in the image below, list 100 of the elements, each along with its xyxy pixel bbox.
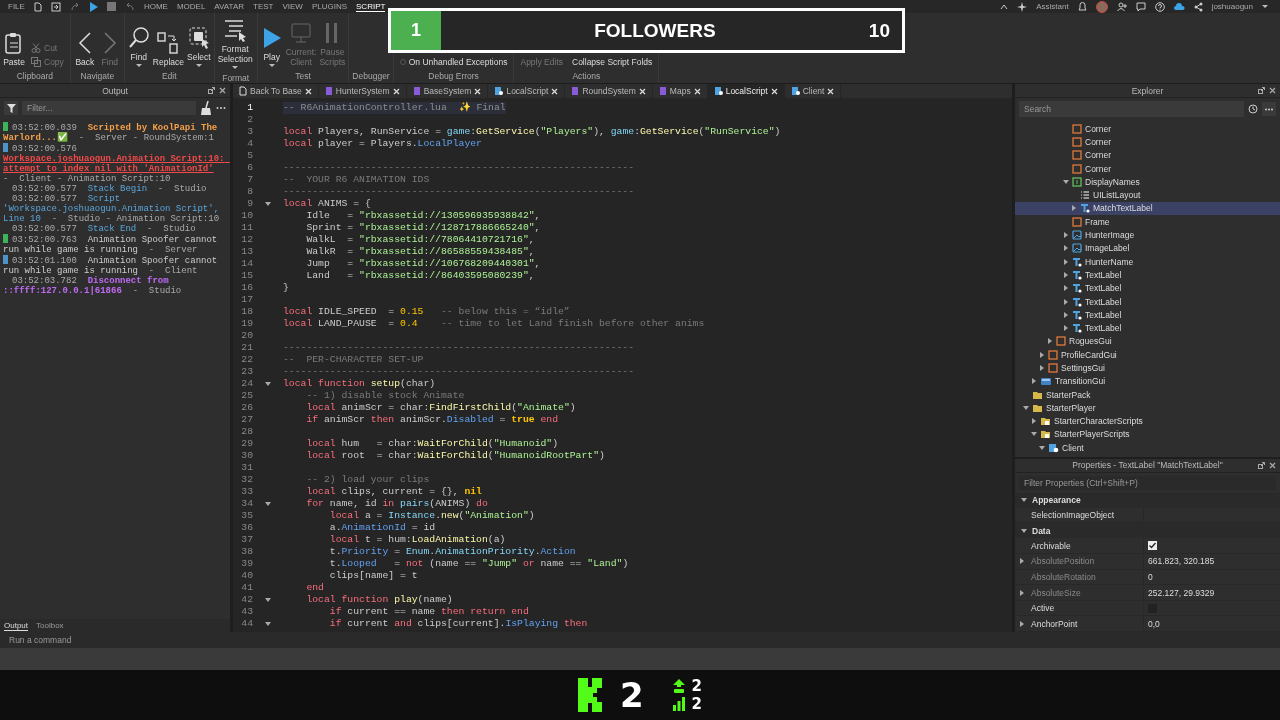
bell-icon[interactable]: [1077, 1, 1087, 12]
panel-tab[interactable]: Output: [4, 620, 28, 631]
share-icon[interactable]: [1193, 1, 1203, 12]
fold-arrow-icon[interactable]: [265, 622, 271, 626]
username[interactable]: joshuaogun: [1211, 2, 1253, 11]
expand-arrow-icon[interactable]: [1040, 351, 1044, 358]
toolbar-button[interactable]: Paste: [3, 26, 25, 67]
section-header[interactable]: Data: [1015, 523, 1280, 539]
caret-icon[interactable]: [1262, 5, 1268, 8]
fold-arrow-icon[interactable]: [265, 502, 271, 506]
cloud-icon[interactable]: [1173, 2, 1185, 11]
undock-icon[interactable]: [1258, 461, 1265, 469]
filter-button[interactable]: [4, 101, 18, 115]
chat-icon[interactable]: [1135, 1, 1146, 12]
toolbar-button[interactable]: Replace: [152, 26, 185, 67]
file-icon[interactable]: [33, 1, 42, 12]
stop-icon[interactable]: [106, 2, 116, 11]
tree-item[interactable]: Corner: [1015, 161, 1280, 176]
tree-item[interactable]: StarterPack: [1015, 387, 1280, 402]
avatar[interactable]: [1095, 0, 1108, 13]
search-field[interactable]: Search: [1019, 101, 1244, 117]
expand-arrow-icon[interactable]: [1032, 418, 1036, 425]
expand-arrow-icon[interactable]: [1040, 365, 1044, 371]
expand-arrow-icon[interactable]: [1064, 298, 1068, 305]
ribbon-tab[interactable]: MODEL: [176, 2, 206, 11]
add-friend-icon[interactable]: [1116, 1, 1127, 12]
fold-arrow-icon[interactable]: [265, 202, 271, 206]
expand-arrow-icon[interactable]: [1064, 245, 1068, 252]
expand-arrow-icon[interactable]: [1031, 432, 1037, 437]
tree-item[interactable]: StarterPlayer: [1015, 401, 1280, 415]
toolbar-button[interactable]: Back: [73, 26, 96, 67]
ribbon-tab[interactable]: AVATAR: [214, 2, 244, 11]
expand-arrow-icon[interactable]: [1064, 271, 1068, 278]
expand-arrow-icon[interactable]: [1039, 445, 1045, 450]
expand-arrow-icon[interactable]: [1064, 285, 1068, 292]
toolbar-button[interactable]: Play: [260, 21, 283, 67]
tree-item[interactable]: RoguesGui: [1015, 334, 1280, 349]
tree-item[interactable]: Corner: [1015, 122, 1280, 136]
fold-arrow-icon[interactable]: [265, 598, 271, 602]
close-icon[interactable]: [219, 87, 226, 94]
play-icon[interactable]: [88, 1, 98, 12]
file-menu[interactable]: FILE: [8, 2, 25, 11]
tree-item[interactable]: HunterImage: [1015, 228, 1280, 242]
tree-item[interactable]: TextLabel: [1015, 294, 1280, 309]
close-icon[interactable]: [1269, 87, 1276, 94]
expand-arrow-icon[interactable]: [1063, 179, 1069, 184]
tree-item[interactable]: TextLabel: [1015, 281, 1280, 295]
checkbox[interactable]: [1148, 541, 1157, 551]
tree-item[interactable]: Corner: [1015, 148, 1280, 162]
help-icon[interactable]: [1154, 1, 1165, 12]
undock-icon[interactable]: [208, 87, 215, 94]
tree-item[interactable]: StarterCharacterScripts: [1015, 414, 1280, 428]
expand-arrow-icon[interactable]: [1072, 205, 1076, 212]
toolbar-button[interactable]: Collapse Script Folds: [569, 57, 656, 67]
expand-arrow-icon[interactable]: [1021, 528, 1027, 533]
ribbon-tab[interactable]: SCRIPT: [356, 1, 386, 12]
expand-arrow-icon[interactable]: [1064, 258, 1068, 265]
expand-arrow-icon[interactable]: [1064, 311, 1068, 318]
expand-arrow-icon[interactable]: [1064, 325, 1068, 332]
tree-item[interactable]: DisplayNames: [1015, 175, 1280, 189]
assistant-button[interactable]: Assistant: [1036, 2, 1069, 11]
expand-arrow-icon[interactable]: [1064, 232, 1068, 238]
ribbon-tab[interactable]: PLUGINS: [311, 2, 348, 11]
panel-tab[interactable]: Toolbox: [36, 620, 64, 631]
export-icon[interactable]: [50, 1, 61, 12]
expand-arrow-icon[interactable]: [1048, 338, 1052, 345]
close-icon[interactable]: [1269, 461, 1276, 469]
tree-item[interactable]: Frame: [1015, 215, 1280, 229]
tree-item[interactable]: MatchTextLabel: [1015, 201, 1280, 216]
tree-item[interactable]: StarterPlayerScripts: [1015, 427, 1280, 442]
editor-tab[interactable]: LocalScript: [707, 84, 785, 98]
section-header[interactable]: Appearance: [1015, 492, 1280, 508]
tree-item[interactable]: UIListLayout: [1015, 188, 1280, 202]
filter-field[interactable]: Filter Properties (Ctrl+Shift+P): [1019, 475, 1276, 490]
fold-arrow-icon[interactable]: [265, 382, 271, 386]
expand-arrow-icon[interactable]: [1021, 498, 1027, 503]
filter-field[interactable]: Filter...: [22, 101, 196, 115]
tree-item[interactable]: TextLabel: [1015, 308, 1280, 322]
undock-icon[interactable]: [1258, 87, 1265, 94]
redo-icon[interactable]: [69, 1, 80, 12]
toolbar-button[interactable]: Find: [127, 21, 150, 67]
tree-item[interactable]: Corner: [1015, 135, 1280, 149]
history-icon[interactable]: [1248, 104, 1258, 114]
toolbar-button[interactable]: Select: [187, 21, 211, 67]
expand-arrow-icon[interactable]: [1032, 378, 1036, 385]
tree-item[interactable]: TransitionGui: [1015, 374, 1280, 388]
toolbar-button[interactable]: Format Selection: [217, 13, 253, 69]
ribbon-tab[interactable]: HOME: [143, 2, 168, 11]
tree-item[interactable]: ProfileCardGui: [1015, 348, 1280, 362]
radio-option[interactable]: On Unhandled Exceptions: [396, 57, 511, 67]
tree-item[interactable]: ImageLabel: [1015, 241, 1280, 255]
chevron-up-icon[interactable]: [1000, 3, 1009, 10]
ribbon-tab[interactable]: VIEW: [282, 2, 303, 11]
ribbon-tab[interactable]: TEST: [253, 2, 274, 11]
broom-icon[interactable]: [200, 101, 212, 115]
more-icon[interactable]: [216, 106, 226, 110]
more-button[interactable]: [1262, 102, 1276, 116]
tree-item[interactable]: HunterName: [1015, 254, 1280, 269]
tree-item[interactable]: Client: [1015, 441, 1280, 455]
expand-arrow-icon[interactable]: [1023, 405, 1029, 410]
